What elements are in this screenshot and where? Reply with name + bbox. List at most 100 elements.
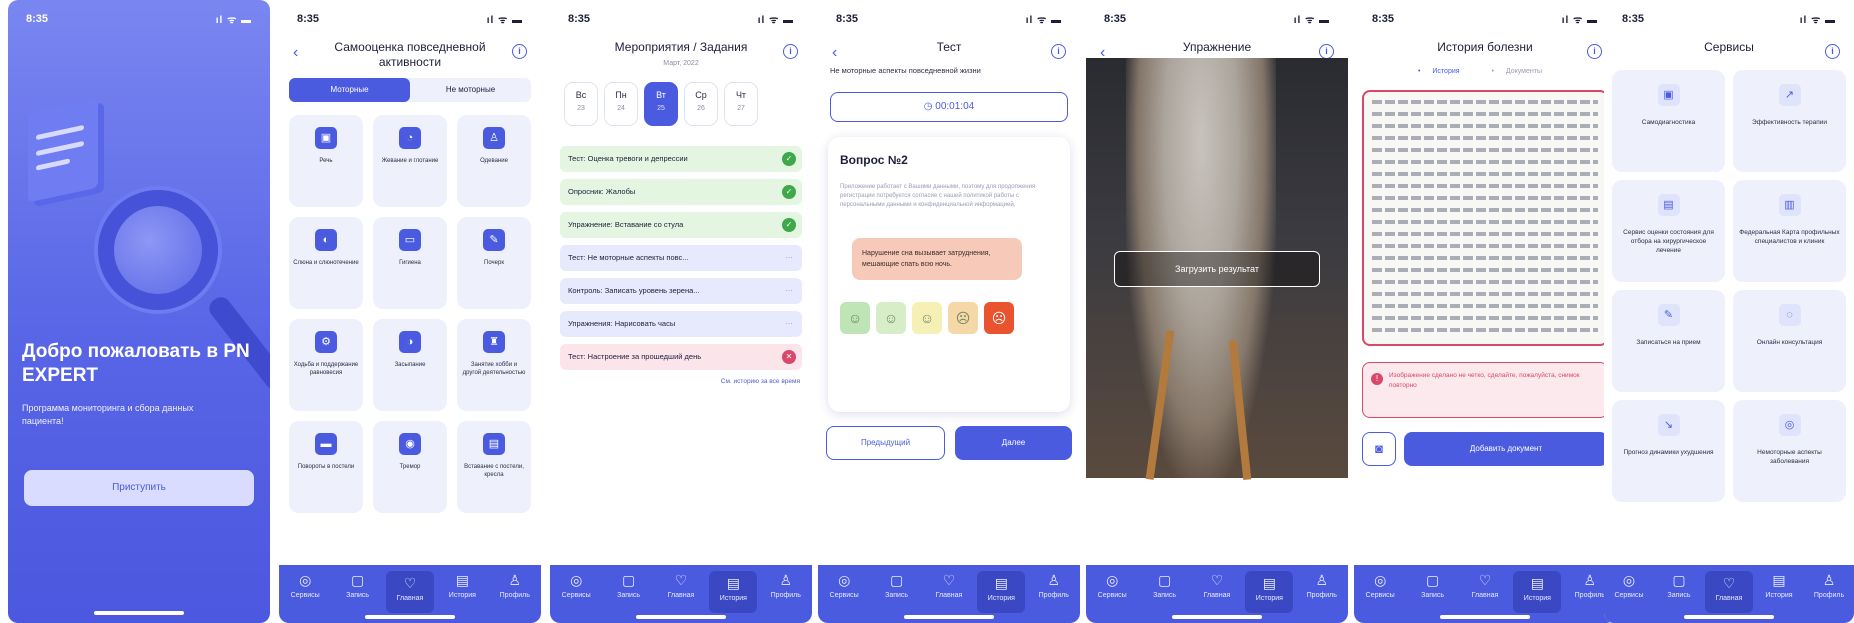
assessment-card[interactable]: ✎ Почерк bbox=[457, 217, 531, 309]
segment-motor[interactable]: Моторные bbox=[289, 78, 410, 102]
tab-profile[interactable]: ♙ Профиль bbox=[1030, 571, 1078, 623]
task-item[interactable]: Тест: Оценка тревоги и депрессии ✓ bbox=[560, 146, 802, 172]
assessment-card[interactable]: ◐ Слюна и слюнотечение bbox=[289, 217, 363, 309]
signal-icon: ıl ᯤ ▬ bbox=[486, 15, 523, 26]
tab-profile[interactable]: ♙ Профиль bbox=[762, 571, 810, 623]
tab-services[interactable]: ◎ Сервисы bbox=[552, 571, 600, 623]
assessment-card[interactable]: ⚙ Ходьба и поддержание равновесия bbox=[289, 319, 363, 411]
standing-icon: ▤ bbox=[483, 433, 505, 455]
appointment-icon: ▢ bbox=[621, 572, 636, 588]
service-card[interactable]: ▤ Сервис оценки состояния для отбора на х… bbox=[1612, 180, 1725, 282]
camera-icon[interactable]: ◙ bbox=[1362, 432, 1396, 466]
tab-history[interactable]: ▤ История bbox=[1513, 571, 1562, 613]
status-bar: 8:35 ıl ᯤ ▬ bbox=[8, 0, 270, 38]
day-item[interactable]: Ср 26 bbox=[684, 82, 718, 126]
tab-label: История bbox=[987, 595, 1015, 602]
assessment-card[interactable]: ▭ Гигиена bbox=[373, 217, 447, 309]
day-item[interactable]: Вс 23 bbox=[564, 82, 598, 126]
tab-documents[interactable]: • Документы bbox=[1492, 68, 1553, 75]
service-card[interactable]: ↗ Эффективность терапии bbox=[1733, 70, 1846, 172]
tab-history-records[interactable]: • История bbox=[1418, 68, 1470, 75]
handwriting-line bbox=[1372, 124, 1598, 128]
tab-label: Сервисы bbox=[1365, 592, 1395, 599]
assessment-card[interactable]: ▬ Повороты в постели bbox=[289, 421, 363, 513]
assessment-card[interactable]: ◔ Жевание и глотание bbox=[373, 115, 447, 207]
tab-label: Документы bbox=[1505, 68, 1542, 75]
info-icon[interactable]: i bbox=[1825, 44, 1840, 59]
check-icon: ✓ bbox=[782, 152, 796, 166]
service-card[interactable]: ◌ Онлайн консультация bbox=[1733, 290, 1846, 392]
day-item[interactable]: Пн 24 bbox=[604, 82, 638, 126]
status-time: 8:35 bbox=[1372, 13, 1395, 25]
tab-history[interactable]: ▤ История bbox=[1245, 571, 1294, 613]
task-item[interactable]: Упражнение: Вставание со стула ✓ bbox=[560, 212, 802, 238]
clock-icon: ◷ bbox=[923, 101, 936, 112]
walking-icon: ⚙ bbox=[315, 331, 337, 353]
assessment-card[interactable]: ◑ Засыпание bbox=[373, 319, 447, 411]
info-icon[interactable]: i bbox=[1319, 44, 1334, 59]
appointment-icon: ▢ bbox=[1672, 572, 1686, 588]
assessment-card[interactable]: ▣ Речь bbox=[289, 115, 363, 207]
task-item[interactable]: Тест: Не моторные аспекты повс... ⋯ bbox=[560, 245, 802, 271]
assessment-card[interactable]: ▤ Вставание с постели, кресла bbox=[457, 421, 531, 513]
day-item-selected[interactable]: Вт 25 bbox=[644, 82, 678, 126]
history-link[interactable]: См. историю за все время bbox=[721, 378, 800, 385]
previous-button[interactable]: Предыдущий bbox=[826, 426, 945, 460]
add-document-button[interactable]: Добавить документ bbox=[1404, 432, 1608, 466]
task-item[interactable]: Опросник: Жалобы ✓ bbox=[560, 179, 802, 205]
face-bad-icon[interactable]: ☹ bbox=[948, 302, 978, 334]
face-neutral-icon[interactable]: ☺ bbox=[912, 302, 942, 334]
face-very-bad-icon[interactable]: ☹ bbox=[984, 302, 1014, 334]
task-item[interactable]: Упражнения: Нарисовать часы ⋯ bbox=[560, 311, 802, 337]
signal-icon: ıl ᯤ ▬ bbox=[1799, 15, 1836, 26]
handwriting-line bbox=[1372, 220, 1598, 224]
service-card[interactable]: ↘ Прогноз динамики ухудшения bbox=[1612, 400, 1725, 502]
card-label: Одевание bbox=[480, 158, 508, 164]
face-good-icon[interactable]: ☺ bbox=[876, 302, 906, 334]
service-card[interactable]: ▣ Самодиагностика bbox=[1612, 70, 1725, 172]
tab-history[interactable]: ▤ История bbox=[709, 571, 758, 613]
heart-icon: ♡ bbox=[942, 572, 956, 588]
service-card[interactable]: ▥ Федеральная Карта профильных специалист… bbox=[1733, 180, 1846, 282]
history-icon: ▤ bbox=[1772, 572, 1786, 588]
next-button[interactable]: Далее bbox=[955, 426, 1072, 460]
tab-services[interactable]: ◎ Сервисы bbox=[281, 571, 329, 623]
tab-profile[interactable]: ♙ Профиль bbox=[1805, 571, 1853, 623]
tab-history[interactable]: ▤ История bbox=[977, 571, 1026, 613]
task-item[interactable]: Тест: Настроение за прошедший день ✕ bbox=[560, 344, 802, 370]
assessment-card[interactable]: ♜ Занятие хобби и другой деятельностью bbox=[457, 319, 531, 411]
assessment-card[interactable]: ♙ Одевание bbox=[457, 115, 531, 207]
upload-result-button[interactable]: Загрузить результат bbox=[1114, 251, 1320, 287]
document-photo[interactable] bbox=[1362, 90, 1608, 346]
check-icon: ✓ bbox=[782, 185, 796, 199]
info-icon[interactable]: i bbox=[783, 44, 798, 59]
service-card[interactable]: ✎ Записаться на прием bbox=[1612, 290, 1725, 392]
heart-icon: ♡ bbox=[403, 575, 417, 591]
service-card[interactable]: ◎ Немоторные аспекты заболевания bbox=[1733, 400, 1846, 502]
speech-icon: ▣ bbox=[315, 127, 337, 149]
tab-services[interactable]: ◎ Сервисы bbox=[1088, 571, 1136, 623]
tab-profile[interactable]: ♙ Профиль bbox=[1298, 571, 1346, 623]
info-icon[interactable]: i bbox=[1587, 44, 1602, 59]
tab-label: Запись bbox=[1153, 592, 1177, 599]
tab-home[interactable]: ♡ Главная bbox=[1705, 571, 1753, 613]
tab-profile[interactable]: ♙ Профиль bbox=[491, 571, 539, 623]
screens-row: 8:35 ıl ᯤ ▬ Добро пожаловать в PN EXPERT… bbox=[0, 0, 1854, 623]
page-title: Самооценка повседневной активности bbox=[334, 40, 486, 69]
tab-services[interactable]: ◎ Сервисы bbox=[1605, 571, 1653, 623]
home-indicator bbox=[1172, 615, 1262, 619]
tab-label: Профиль bbox=[1574, 592, 1605, 599]
assessment-card[interactable]: ◉ Тремор bbox=[373, 421, 447, 513]
handwriting-line bbox=[1372, 148, 1598, 152]
tab-services[interactable]: ◎ Сервисы bbox=[1356, 571, 1404, 623]
tab-services[interactable]: ◎ Сервисы bbox=[820, 571, 868, 623]
info-icon[interactable]: i bbox=[512, 44, 527, 59]
tab-home[interactable]: ♡ Главная bbox=[385, 571, 434, 613]
face-very-good-icon[interactable]: ☺ bbox=[840, 302, 870, 334]
card-label: Самодиагностика bbox=[1641, 119, 1696, 126]
task-item[interactable]: Контроль: Записать уровень зерена... ⋯ bbox=[560, 278, 802, 304]
info-icon[interactable]: i bbox=[1051, 44, 1066, 59]
day-item[interactable]: Чт 27 bbox=[724, 82, 758, 126]
start-button[interactable]: Приступить bbox=[24, 470, 254, 506]
segment-non-motor[interactable]: Не моторные bbox=[410, 78, 531, 102]
